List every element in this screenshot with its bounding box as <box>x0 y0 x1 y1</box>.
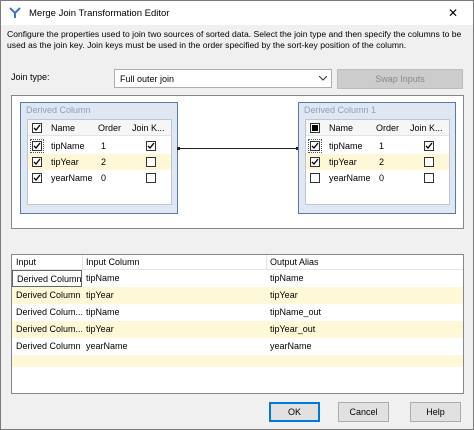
left-row-tipyear[interactable]: tipYear 2 <box>28 154 171 170</box>
left-row-order: 2 <box>101 157 107 167</box>
title-bar[interactable]: Merge Join Transformation Editor ✕ <box>1 1 473 25</box>
output-alias-cell[interactable]: tipYear <box>266 287 464 304</box>
right-select-all-checkbox[interactable] <box>310 123 320 133</box>
description-text: Configure the properties used to join tw… <box>7 29 462 50</box>
right-row-joinkey-checkbox[interactable] <box>424 173 434 183</box>
table-row[interactable]: Derived Column yearName yearName <box>12 338 463 355</box>
right-row-order: 1 <box>379 141 385 151</box>
left-row-order: 0 <box>101 173 107 183</box>
left-row-joinkey-checkbox[interactable] <box>146 173 156 183</box>
right-source-title: Derived Column 1 <box>304 105 377 115</box>
join-endpoint-left <box>177 147 180 150</box>
input-cell[interactable]: Derived Column <box>12 287 82 304</box>
input-column-cell[interactable]: yearName <box>82 338 267 355</box>
table-row[interactable]: Derived Colum... tipYear tipYear_out <box>12 321 463 338</box>
table-row[interactable]: Derived Colum... tipName tipName_out <box>12 304 463 321</box>
output-alias-cell[interactable]: tipName <box>266 270 464 287</box>
right-source-box[interactable]: Derived Column 1 Name Order Join K... ti… <box>298 102 456 214</box>
table-row[interactable]: Derived Column tipName tipName <box>12 270 463 287</box>
left-row-joinkey-checkbox[interactable] <box>146 141 156 151</box>
right-header-name: Name <box>329 123 354 133</box>
close-icon: ✕ <box>447 6 459 20</box>
join-relationship-line[interactable] <box>178 148 298 149</box>
left-row-checkbox[interactable] <box>32 173 42 183</box>
right-header-order: Order <box>376 123 400 133</box>
right-row-order: 0 <box>379 173 385 183</box>
join-type-label: Join type: <box>11 72 50 82</box>
window-title: Merge Join Transformation Editor <box>29 7 170 19</box>
join-type-select[interactable]: Full outer join <box>114 69 332 88</box>
close-button[interactable]: ✕ <box>433 1 473 25</box>
left-source-grid: Name Order Join K... tipName 1 tipYear 2… <box>27 119 172 205</box>
right-grid-header: Name Order Join K... <box>306 120 449 136</box>
right-row-joinkey-checkbox[interactable] <box>424 141 434 151</box>
input-column-cell[interactable]: tipName <box>82 304 267 321</box>
right-row-checkbox[interactable] <box>310 173 320 183</box>
swap-inputs-button[interactable]: Swap Inputs <box>337 69 463 89</box>
right-source-grid: Name Order Join K... tipName 1 tipYear 2… <box>305 119 450 205</box>
right-header-joinkey: Join K... <box>410 123 443 133</box>
output-alias-cell[interactable]: yearName <box>266 338 464 355</box>
right-row-name: tipName <box>329 141 363 151</box>
help-button[interactable]: Help <box>410 402 461 422</box>
right-row-order: 2 <box>379 157 385 167</box>
output-alias-cell[interactable]: tipYear_out <box>266 321 464 338</box>
left-source-box[interactable]: Derived Column Name Order Join K... tipN… <box>20 102 178 214</box>
right-row-tipname[interactable]: tipName 1 <box>306 138 449 154</box>
table-row[interactable]: Derived Column tipYear tipYear <box>12 287 463 304</box>
input-column-cell[interactable]: tipYear <box>82 287 267 304</box>
join-type-value: Full outer join <box>120 73 175 84</box>
left-header-joinkey: Join K... <box>132 123 165 133</box>
left-row-order: 1 <box>101 141 107 151</box>
join-diagram: Derived Column Name Order Join K... tipN… <box>11 95 464 229</box>
left-row-name: tipName <box>51 141 85 151</box>
left-row-tipname[interactable]: tipName 1 <box>28 138 171 154</box>
input-column-cell[interactable]: tipName <box>82 270 267 287</box>
left-source-title: Derived Column <box>26 105 91 115</box>
left-header-name: Name <box>51 123 76 133</box>
left-row-joinkey-checkbox[interactable] <box>146 157 156 167</box>
right-row-name: tipYear <box>329 157 357 167</box>
chevron-down-icon <box>315 74 331 83</box>
new-table-row[interactable] <box>12 355 463 367</box>
input-cell[interactable]: Derived Column <box>12 270 82 287</box>
left-row-name: yearName <box>51 173 93 183</box>
left-grid-header: Name Order Join K... <box>28 120 171 136</box>
cancel-button[interactable]: Cancel <box>338 402 389 422</box>
right-row-checkbox[interactable] <box>308 139 322 153</box>
input-cell[interactable]: Derived Colum... <box>12 304 82 321</box>
left-row-checkbox[interactable] <box>30 139 44 153</box>
left-header-order: Order <box>98 123 122 133</box>
output-alias-cell[interactable]: tipName_out <box>266 304 464 321</box>
output-mapping-table: Input Input Column Output Alias Derived … <box>11 254 464 394</box>
right-row-joinkey-checkbox[interactable] <box>424 157 434 167</box>
input-column-cell[interactable]: tipYear <box>82 321 267 338</box>
table-header: Input Input Column Output Alias <box>12 255 463 270</box>
right-row-yearname[interactable]: yearName 0 <box>306 170 449 186</box>
left-row-name: tipYear <box>51 157 79 167</box>
left-row-checkbox[interactable] <box>32 157 42 167</box>
left-row-yearname[interactable]: yearName 0 <box>28 170 171 186</box>
ok-button[interactable]: OK <box>269 402 320 422</box>
right-row-tipyear[interactable]: tipYear 2 <box>306 154 449 170</box>
right-row-name: yearName <box>329 173 371 183</box>
header-output-alias[interactable]: Output Alias <box>266 255 464 270</box>
header-input[interactable]: Input <box>12 255 82 270</box>
merge-join-editor-window: Merge Join Transformation Editor ✕ Confi… <box>0 0 474 430</box>
right-row-checkbox[interactable] <box>310 157 320 167</box>
header-input-column[interactable]: Input Column <box>82 255 267 270</box>
input-cell[interactable]: Derived Colum... <box>12 321 82 338</box>
input-cell[interactable]: Derived Column <box>12 338 82 355</box>
merge-join-icon <box>7 5 23 21</box>
left-select-all-checkbox[interactable] <box>32 123 42 133</box>
